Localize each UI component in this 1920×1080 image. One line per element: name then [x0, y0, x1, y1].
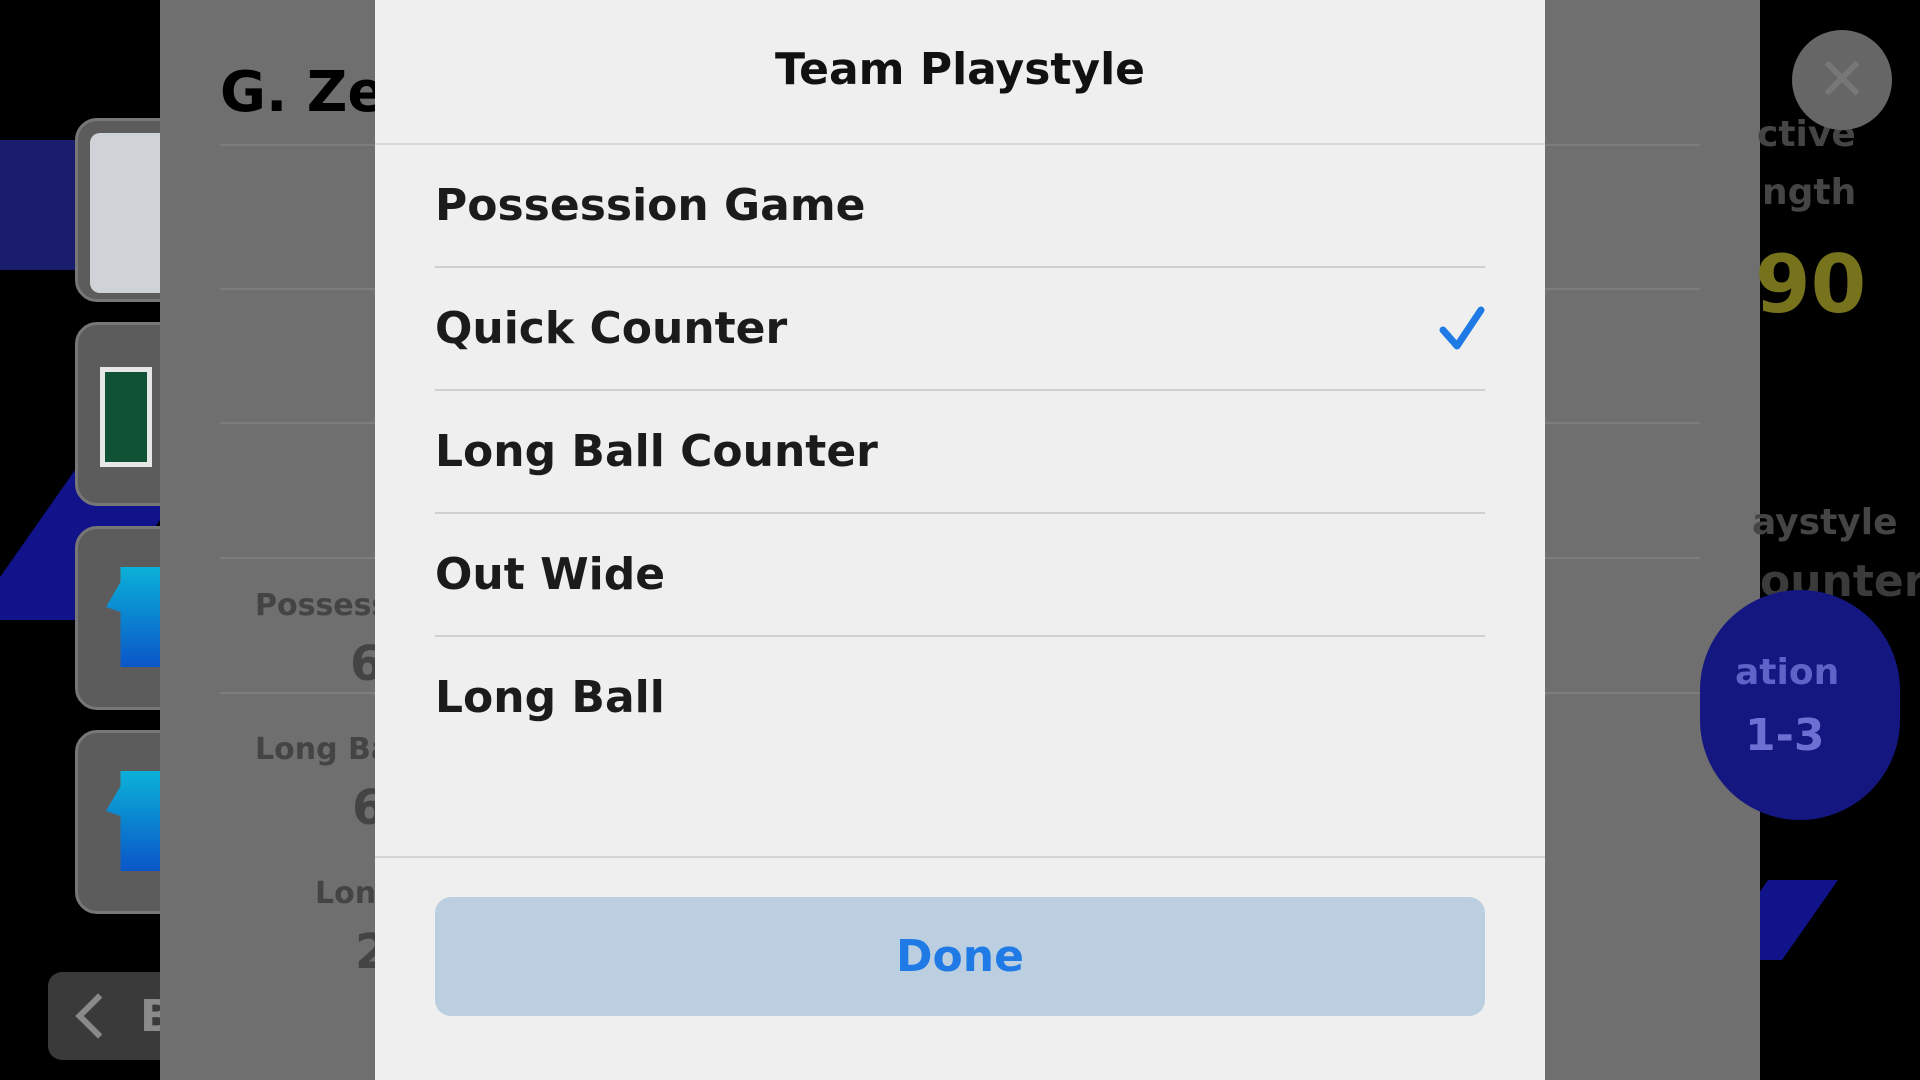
team-rating: 90 — [1755, 238, 1867, 331]
option-label: Long Ball Counter — [435, 426, 878, 477]
formation-label: ation — [1735, 652, 1840, 693]
team-playstyle-dialog: Team Playstyle Possession Game Quick Cou… — [375, 0, 1545, 1080]
formation-value: 1-3 — [1745, 710, 1825, 761]
playstyle-label: aystyle — [1752, 502, 1898, 543]
option-label: Quick Counter — [435, 303, 788, 354]
kit-icon — [106, 771, 164, 871]
kit-icon — [106, 567, 164, 667]
formation-badge[interactable] — [1700, 590, 1900, 820]
strength-label-line2: ngth — [1762, 172, 1857, 213]
option-out-wide[interactable]: Out Wide — [435, 514, 1485, 637]
divider — [375, 856, 1545, 858]
checkmark-icon — [1439, 306, 1485, 350]
option-label: Possession Game — [435, 180, 866, 231]
dialog-title: Team Playstyle — [774, 44, 1146, 95]
chevron-left-icon — [75, 993, 121, 1039]
option-long-ball[interactable]: Long Ball — [435, 637, 1485, 758]
option-label: Out Wide — [435, 549, 666, 600]
option-quick-counter[interactable]: Quick Counter — [435, 268, 1485, 391]
close-icon[interactable]: ✕ — [1792, 30, 1892, 130]
option-label: Long Ball — [435, 672, 665, 723]
team-emblem — [100, 367, 152, 467]
done-button[interactable]: Done — [435, 897, 1485, 1016]
playstyle-option-list: Possession Game Quick Counter Long Ball … — [435, 145, 1485, 758]
option-possession-game[interactable]: Possession Game — [435, 145, 1485, 268]
option-long-ball-counter[interactable]: Long Ball Counter — [435, 391, 1485, 514]
